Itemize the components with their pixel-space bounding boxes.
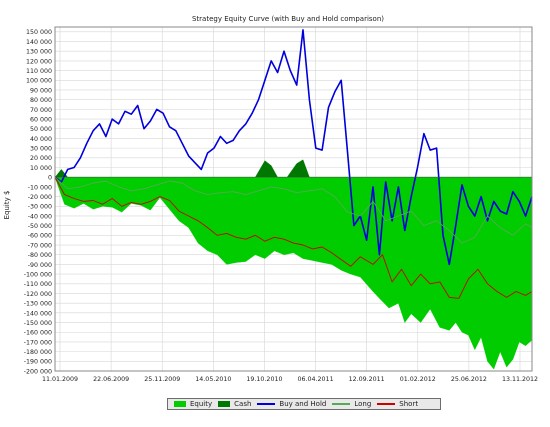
legend-line-buy-and-hold	[257, 403, 276, 405]
chart-frame: Strategy Equity Curve (with Buy and Hold…	[0, 0, 550, 427]
legend-item-short: Short	[377, 400, 418, 408]
legend-label-equity: Equity	[190, 400, 213, 408]
x-tick-label: 25.11.2009	[144, 376, 180, 383]
legend-label-long: Long	[354, 400, 372, 408]
x-tick-label: 25.06.2012	[451, 376, 487, 383]
legend-item-buy-and-hold: Buy and Hold	[257, 400, 326, 408]
y-tick-label: -20 000	[28, 194, 52, 201]
y-tick-label: 30 000	[30, 146, 52, 153]
legend: Equity Cash Buy and Hold Long Short	[167, 398, 441, 410]
legend-item-cash: Cash	[218, 400, 251, 408]
y-tick-label: -190 000	[24, 359, 52, 366]
x-tick-label: 14.05.2010	[195, 376, 231, 383]
x-tick-label: 01.02.2012	[400, 376, 436, 383]
x-tick-label: 22.06.2009	[93, 376, 129, 383]
y-axis-label: Equity $	[3, 191, 11, 220]
x-tick-label: 11.01.2009	[42, 376, 78, 383]
y-tick-label: 140 000	[26, 39, 52, 46]
y-tick-label: 120 000	[26, 58, 52, 65]
y-tick-label: 110 000	[26, 68, 52, 75]
y-tick-label: -180 000	[24, 349, 52, 356]
y-tick-label: 60 000	[30, 116, 52, 123]
y-tick-label: 50 000	[30, 126, 52, 133]
y-tick-label: -70 000	[28, 242, 52, 249]
y-tick-label: 70 000	[30, 107, 52, 114]
legend-item-long: Long	[332, 400, 371, 408]
y-tick-label: -200 000	[24, 368, 52, 375]
y-tick-label: 100 000	[26, 78, 52, 85]
y-tick-label: 0	[48, 175, 52, 182]
y-tick-label: -150 000	[24, 320, 52, 327]
x-tick-label: 12.09.2011	[349, 376, 385, 383]
y-tick-label: -170 000	[24, 339, 52, 346]
y-tick-label: 10 000	[30, 165, 52, 172]
y-tick-label: -90 000	[28, 262, 52, 269]
y-tick-label: -120 000	[24, 291, 52, 298]
x-tick-label: 06.04.2011	[298, 376, 334, 383]
legend-swatch-cash	[218, 401, 231, 407]
y-tick-label: -50 000	[28, 223, 52, 230]
legend-line-short	[377, 403, 396, 405]
chart-title: Strategy Equity Curve (with Buy and Hold…	[192, 15, 384, 23]
chart-svg: Strategy Equity Curve (with Buy and Hold…	[3, 15, 538, 383]
y-tick-label: -130 000	[24, 301, 52, 308]
y-tick-label: 130 000	[26, 49, 52, 56]
legend-label-short: Short	[399, 400, 419, 408]
legend-label-cash: Cash	[234, 400, 252, 408]
legend-label-buy-and-hold: Buy and Hold	[279, 400, 327, 408]
y-tick-label: -40 000	[28, 213, 52, 220]
series-area-equity	[54, 177, 533, 370]
y-tick-label: 90 000	[30, 87, 52, 94]
legend-line-long	[332, 403, 351, 405]
y-tick-label: -140 000	[24, 310, 52, 317]
y-tick-label: -100 000	[24, 271, 52, 278]
y-tick-label: -80 000	[28, 252, 52, 259]
legend-item-equity: Equity	[174, 400, 212, 408]
x-axis-ticks: 11.01.2009 22.06.2009 25.11.2009 14.05.2010…	[42, 376, 538, 383]
y-tick-label: 40 000	[30, 136, 52, 143]
y-tick-label: -60 000	[28, 233, 52, 240]
y-tick-label: -160 000	[24, 330, 52, 337]
y-tick-label: -10 000	[28, 184, 52, 191]
legend-swatch-equity	[174, 401, 186, 407]
y-tick-label: 80 000	[30, 97, 52, 104]
y-axis-ticks: 150 000 140 000 130 000 120 000 110 000 100 0…	[24, 29, 52, 375]
y-tick-label: -30 000	[28, 204, 52, 211]
y-tick-label: 150 000	[26, 29, 52, 36]
x-tick-label: 13.11.2012	[502, 376, 538, 383]
x-tick-label: 19.10.2010	[246, 376, 282, 383]
y-tick-label: 20 000	[30, 155, 52, 162]
y-tick-label: -110 000	[24, 281, 52, 288]
series-area-cash	[54, 159, 532, 178]
